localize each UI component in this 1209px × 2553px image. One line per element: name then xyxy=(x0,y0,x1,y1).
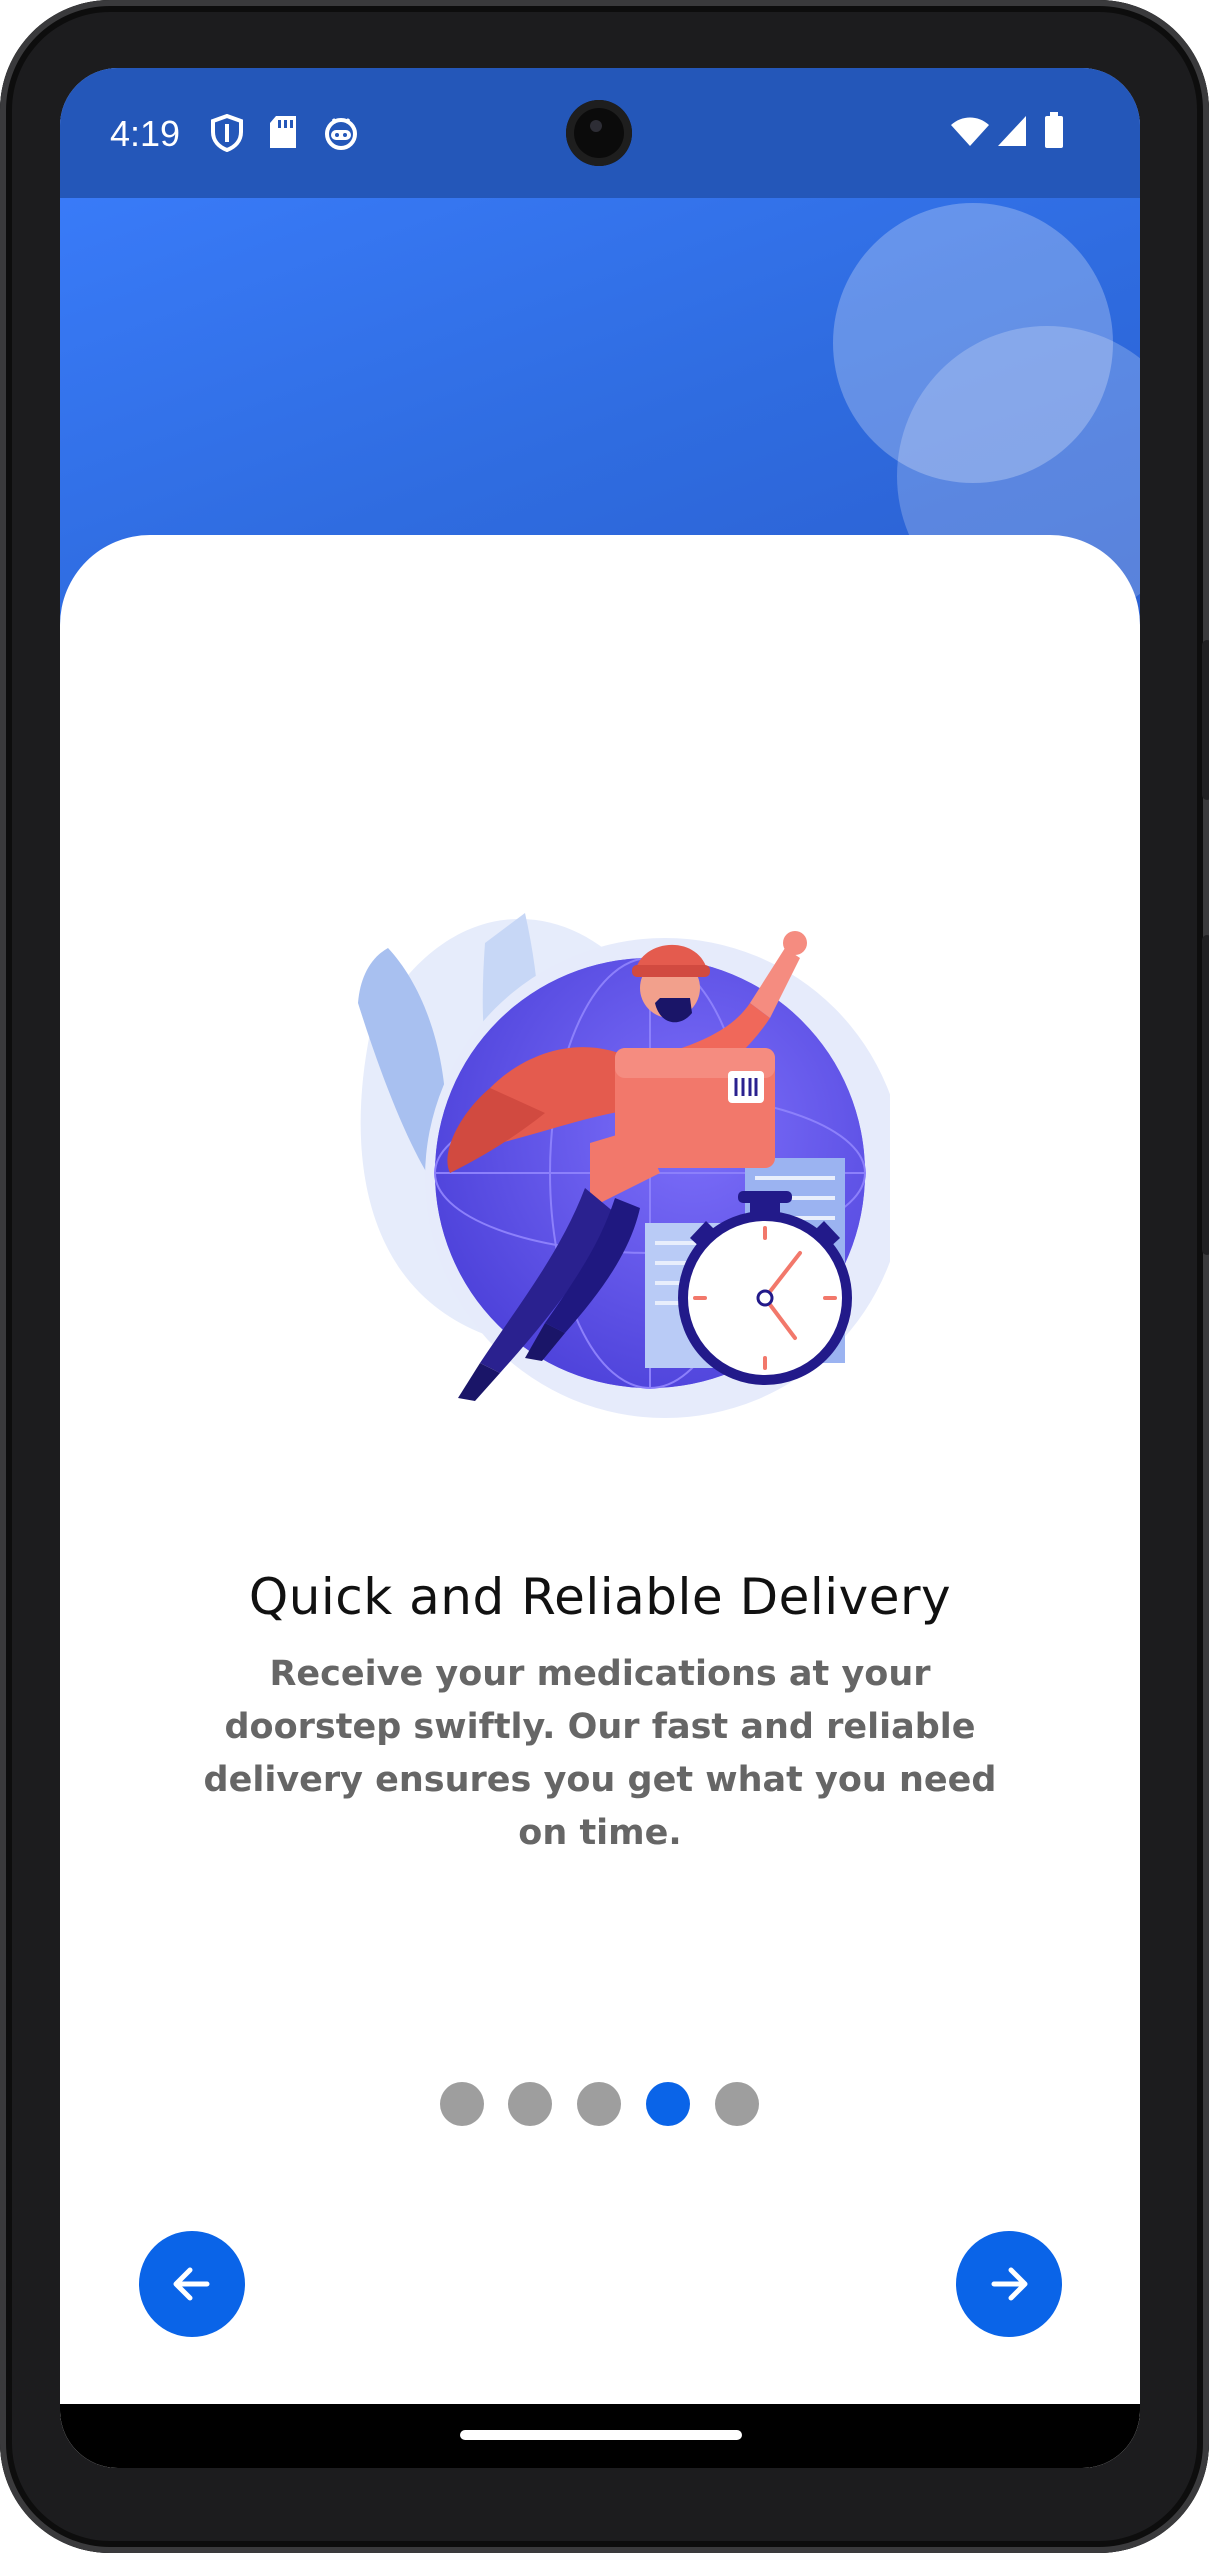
battery-icon xyxy=(1044,112,1064,153)
page-dot[interactable] xyxy=(440,2082,484,2126)
back-button[interactable] xyxy=(139,2231,245,2337)
volume-button xyxy=(1202,935,1209,1255)
next-button[interactable] xyxy=(956,2231,1062,2337)
phone-frame: 4:19 Quick and Reliable Delivery Receive… xyxy=(0,0,1209,2553)
front-camera xyxy=(566,100,632,166)
shield-icon xyxy=(210,113,244,157)
signal-icon xyxy=(996,114,1028,153)
arrow-right-icon xyxy=(991,2267,1028,2301)
status-time: 4:19 xyxy=(110,113,181,154)
onboarding-card xyxy=(60,535,1140,2468)
home-gesture-handle[interactable] xyxy=(460,2430,742,2440)
android-robot-icon xyxy=(323,114,359,155)
sd-card-icon xyxy=(268,114,298,155)
arrow-left-icon xyxy=(173,2267,210,2301)
page-dot[interactable] xyxy=(715,2082,759,2126)
wifi-icon xyxy=(950,116,990,153)
onboarding-description: Receive your medications at your doorste… xyxy=(203,1654,997,1853)
power-button xyxy=(1202,640,1209,800)
page-dot-active[interactable] xyxy=(646,2082,690,2126)
onboarding-title: Quick and Reliable Delivery xyxy=(248,1568,952,1626)
page-dot[interactable] xyxy=(577,2082,621,2126)
delivery-superhero-illustration xyxy=(330,853,905,1473)
app-screen: 4:19 Quick and Reliable Delivery Receive… xyxy=(60,68,1140,2468)
page-indicator xyxy=(440,2082,760,2126)
page-dot[interactable] xyxy=(508,2082,552,2126)
